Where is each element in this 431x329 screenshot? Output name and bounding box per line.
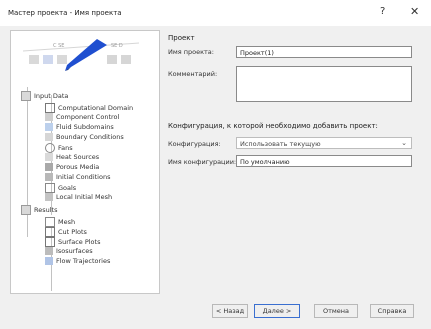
tree-item-surface-plots[interactable]: Surface Plots — [45, 237, 100, 247]
trajectory-icon — [45, 257, 53, 265]
cancel-button[interactable]: Отмена — [314, 304, 358, 318]
tree-item-boundary-conditions[interactable]: Boundary Conditions — [45, 133, 124, 141]
toolbar-icon-2 — [43, 55, 53, 64]
tree-item-label: Surface Plots — [58, 238, 101, 246]
toolbar-icon-1 — [29, 55, 39, 64]
tree-item-goals[interactable]: Goals — [45, 183, 76, 193]
component-icon — [45, 113, 53, 121]
tree-item-label: Porous Media — [56, 163, 100, 171]
mesh-icon — [45, 217, 55, 227]
tree-item-component-control[interactable]: Component Control — [45, 113, 119, 121]
tree-item-label: Isosurfaces — [56, 247, 93, 255]
tree-item-isosurfaces[interactable]: Isosurfaces — [45, 247, 93, 255]
tree-item-label: Cut Plots — [58, 228, 87, 236]
isosurface-icon — [45, 247, 53, 255]
folder-icon — [21, 91, 31, 101]
diagram-label-2: SE D — [111, 43, 123, 49]
domain-icon — [45, 103, 55, 113]
fluid-icon — [45, 123, 53, 131]
configuration-section-title: Конфигурация, к которой необходимо добав… — [168, 122, 378, 130]
heat-icon — [45, 153, 53, 161]
close-button[interactable]: ✕ — [410, 5, 419, 18]
window-title: Мастер проекта - Имя проекта — [8, 9, 122, 17]
tree-item-label: Component Control — [56, 113, 120, 121]
tree-item-initial-conditions[interactable]: Initial Conditions — [45, 173, 110, 181]
tree-item-local-initial-mesh[interactable]: Local Initial Mesh — [45, 193, 112, 201]
project-section-title: Проект — [168, 34, 195, 42]
title-bar: Мастер проекта - Имя проекта ? ✕ — [0, 0, 431, 26]
project-name-input[interactable]: Проект(1) — [236, 46, 412, 58]
configuration-name-label: Имя конфигурации: — [168, 158, 237, 166]
tree-item-label: Results — [34, 206, 58, 214]
tree-item-results[interactable]: Results — [21, 205, 57, 215]
tree-item-label: Local Initial Mesh — [56, 193, 113, 201]
fan-icon — [45, 143, 55, 153]
project-name-label: Имя проекта: — [168, 48, 214, 56]
tree-item-label: Computational Domain — [58, 104, 134, 112]
tree-item-label: Initial Conditions — [56, 173, 111, 181]
configuration-label: Конфигурация: — [168, 140, 221, 148]
tree-item-flow-trajectories[interactable]: Flow Trajectories — [45, 257, 110, 265]
diagram-label-1: C SE — [53, 43, 64, 49]
wizard-toolbar-graphic: C SE SE D — [19, 37, 149, 77]
tree-item-heat-sources[interactable]: Heat Sources — [45, 153, 99, 161]
help-title-button[interactable]: ? — [380, 6, 385, 17]
tree-item-fluid-subdomains[interactable]: Fluid Subdomains — [45, 123, 114, 131]
tree-item-mesh[interactable]: Mesh — [45, 217, 75, 227]
boundary-icon — [45, 133, 53, 141]
tree-item-cut-plots[interactable]: Cut Plots — [45, 227, 87, 237]
comment-textarea[interactable] — [236, 66, 412, 102]
goal-icon — [45, 183, 55, 193]
tree-item-fans[interactable]: Fans — [45, 143, 73, 153]
cutplot-icon — [45, 227, 55, 237]
results-icon — [21, 205, 31, 215]
tree-item-label: Fluid Subdomains — [56, 123, 114, 131]
tree-item-label: Mesh — [58, 218, 76, 226]
initial-icon — [45, 173, 53, 181]
project-wizard-window: Мастер проекта - Имя проекта ? ✕ C SE SE… — [0, 0, 431, 329]
porous-icon — [45, 163, 53, 171]
tree-item-porous-media[interactable]: Porous Media — [45, 163, 99, 171]
wizard-navigation-panel: C SE SE D Input Data Computational Domai… — [10, 30, 160, 294]
configuration-select[interactable]: Использовать текущую ⌄ — [236, 137, 412, 149]
mesh-icon — [45, 193, 53, 201]
surfaceplot-icon — [45, 237, 55, 247]
comment-label: Комментарий: — [168, 70, 218, 78]
configuration-select-value: Использовать текущую — [240, 140, 321, 148]
next-button[interactable]: Далее > — [254, 304, 300, 318]
back-button[interactable]: < Назад — [212, 304, 248, 318]
tree-item-computational-domain[interactable]: Computational Domain — [45, 103, 133, 113]
chevron-down-icon: ⌄ — [401, 139, 407, 147]
tree-item-label: Heat Sources — [56, 153, 100, 161]
tree-item-label: Boundary Conditions — [56, 133, 124, 141]
tree-item-input-data[interactable]: Input Data — [21, 91, 68, 101]
tree-item-label: Goals — [58, 184, 77, 192]
configuration-name-input[interactable]: По умолчанию — [236, 155, 412, 167]
toolbar-icon-5 — [121, 55, 131, 64]
toolbar-icon-3 — [57, 55, 67, 64]
tree-item-label: Flow Trajectories — [56, 257, 111, 265]
tree-item-label: Fans — [58, 144, 73, 152]
toolbar-icon-4 — [107, 55, 117, 64]
tree-item-label: Input Data — [34, 92, 69, 100]
help-button[interactable]: Справка — [370, 304, 414, 318]
dialog-scrollbar[interactable] — [424, 140, 430, 200]
